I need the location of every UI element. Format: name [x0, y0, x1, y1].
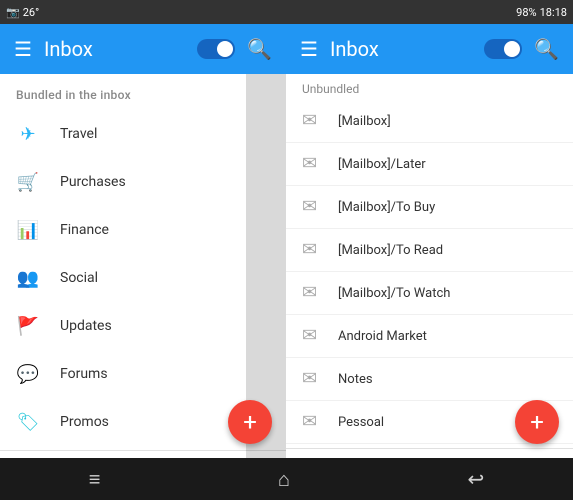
travel-icon: ✈	[16, 122, 40, 146]
forums-icon: 💬	[16, 362, 40, 386]
purchases-icon: 🛒	[16, 170, 40, 194]
left-search-icon[interactable]: 🔍	[247, 37, 272, 61]
bundled-section-label: Bundled in the inbox	[0, 74, 286, 110]
promos-icon: 🏷	[16, 410, 40, 434]
finance-label: Finance	[60, 222, 109, 238]
mailbox-label: [Mailbox]	[338, 114, 391, 129]
mailbox-towatch-label: [Mailbox]/To Watch	[338, 286, 450, 301]
right-title: Inbox	[330, 37, 472, 61]
status-right: 98% 18:18	[516, 6, 567, 19]
inbox-row-android-market[interactable]: ✉ Android Market	[286, 315, 573, 358]
android-market-label: Android Market	[338, 329, 427, 344]
sidebar-item-settings[interactable]: ⚙ Settings	[0, 455, 286, 458]
sidebar-item-updates[interactable]: 🚩 Updates	[0, 302, 286, 350]
right-toggle-switch[interactable]	[484, 39, 522, 59]
social-label: Social	[60, 270, 98, 286]
sidebar-item-purchases[interactable]: 🛒 Purchases	[0, 158, 286, 206]
left-panel: ☰ Inbox 🔍 Bundled in the inbox ✈ Travel …	[0, 24, 286, 458]
left-menu-icon[interactable]: ☰	[14, 37, 32, 61]
inbox-row-notes[interactable]: ✉ Notes	[286, 358, 573, 401]
sidebar-item-forums[interactable]: 💬 Forums	[0, 350, 286, 398]
envelope-icon-6: ✉	[302, 325, 324, 347]
main-area: ☰ Inbox 🔍 Bundled in the inbox ✈ Travel …	[0, 24, 573, 458]
inbox-row-mailbox-towatch[interactable]: ✉ [Mailbox]/To Watch	[286, 272, 573, 315]
mailbox-toread-label: [Mailbox]/To Read	[338, 243, 443, 258]
clock: 18:18	[540, 6, 567, 19]
inbox-row-mailbox[interactable]: ✉ [Mailbox]	[286, 100, 573, 143]
bottom-nav-menu-icon[interactable]: ≡	[89, 467, 101, 492]
promos-label: Promos	[60, 414, 109, 430]
notes-label: Notes	[338, 372, 373, 387]
left-title: Inbox	[44, 37, 185, 61]
updates-icon: 🚩	[16, 314, 40, 338]
social-icon: 👥	[16, 266, 40, 290]
bottom-nav: ≡ ⌂ ↩	[0, 458, 573, 500]
bottom-nav-home-icon[interactable]: ⌂	[278, 467, 290, 492]
status-bar: 📷 26° 98% 18:18	[0, 0, 573, 24]
envelope-icon-2: ✉	[302, 153, 324, 175]
envelope-icon-5: ✉	[302, 282, 324, 304]
battery-status: 98%	[516, 6, 536, 19]
right-settings-item[interactable]: ⚙ Settings	[286, 453, 573, 458]
envelope-icon-3: ✉	[302, 196, 324, 218]
pessoal-label: Pessoal	[338, 415, 384, 430]
right-menu-icon[interactable]: ☰	[300, 37, 318, 61]
right-divider	[286, 448, 573, 449]
envelope-icon-7: ✉	[302, 368, 324, 390]
inbox-row-mailbox-tobuy[interactable]: ✉ [Mailbox]/To Buy	[286, 186, 573, 229]
envelope-icon-1: ✉	[302, 110, 324, 132]
inbox-row-mailbox-later[interactable]: ✉ [Mailbox]/Later	[286, 143, 573, 186]
toggle-switch[interactable]	[197, 39, 235, 59]
left-app-bar: ☰ Inbox 🔍	[0, 24, 286, 74]
purchases-label: Purchases	[60, 174, 126, 190]
travel-label: Travel	[60, 126, 97, 142]
right-search-icon[interactable]: 🔍	[534, 37, 559, 61]
notification-icon: 📷	[6, 6, 20, 19]
left-divider	[0, 450, 286, 451]
inbox-row-mailbox-toread[interactable]: ✉ [Mailbox]/To Read	[286, 229, 573, 272]
unbundled-label: Unbundled	[286, 74, 573, 100]
left-fab[interactable]: +	[228, 400, 272, 444]
updates-label: Updates	[60, 318, 112, 334]
sidebar-item-travel[interactable]: ✈ Travel	[0, 110, 286, 158]
envelope-icon-8: ✉	[302, 411, 324, 433]
temperature: 26°	[23, 6, 39, 19]
mailbox-tobuy-label: [Mailbox]/To Buy	[338, 200, 435, 215]
finance-icon: 📊	[16, 218, 40, 242]
forums-label: Forums	[60, 366, 108, 382]
right-fab[interactable]: +	[515, 400, 559, 444]
sidebar-item-social[interactable]: 👥 Social	[0, 254, 286, 302]
status-left: 📷 26°	[6, 6, 39, 19]
bottom-nav-back-icon[interactable]: ↩	[467, 467, 484, 491]
right-panel: ☰ Inbox 🔍 Unbundled ✉ [Mailbox] ✉ [Mailb…	[286, 24, 573, 458]
mailbox-later-label: [Mailbox]/Later	[338, 157, 426, 172]
right-app-bar: ☰ Inbox 🔍	[286, 24, 573, 74]
envelope-icon-4: ✉	[302, 239, 324, 261]
sidebar-item-finance[interactable]: 📊 Finance	[0, 206, 286, 254]
